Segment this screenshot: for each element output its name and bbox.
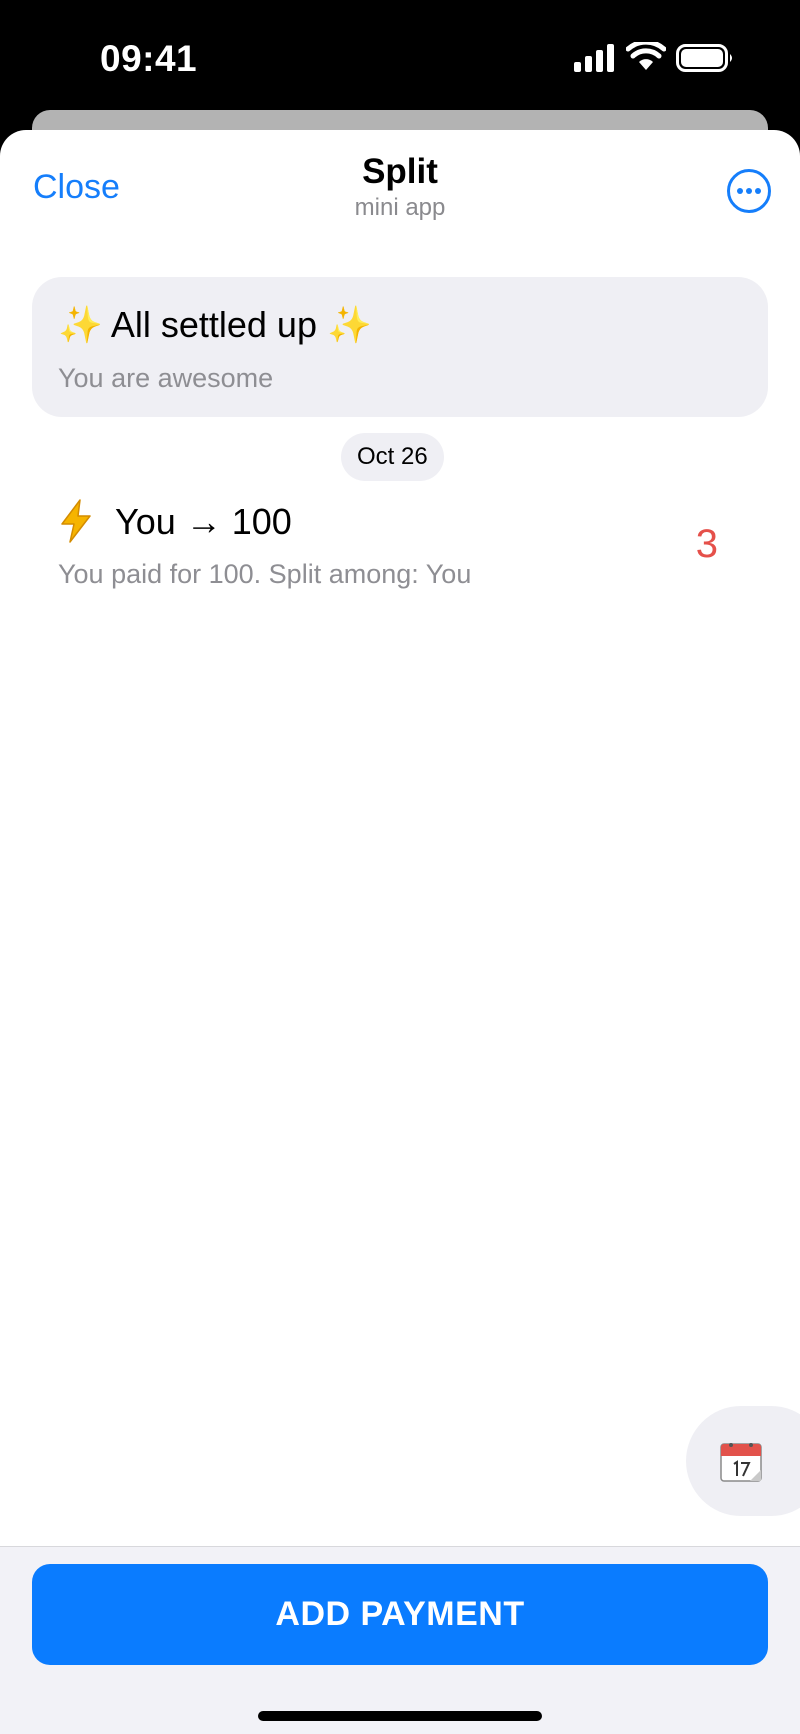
- lightning-icon: [61, 499, 91, 543]
- date-header: Oct 26: [341, 433, 444, 481]
- status-time: 09:41: [100, 38, 198, 79]
- payment-subtitle: You paid for 100. Split among: You: [58, 559, 472, 589]
- add-payment-button[interactable]: ADD PAYMENT: [32, 1564, 768, 1665]
- mini-app-sheet: Close Split mini app ✨ All settled up ✨ …: [0, 130, 800, 1734]
- status-bar: 09:41: [0, 0, 800, 110]
- payment-amount: 3: [695, 522, 718, 566]
- battery-icon: [676, 44, 732, 72]
- calendar-button[interactable]: [686, 1406, 800, 1516]
- app-title: Split: [362, 152, 438, 191]
- settled-summary-card: ✨ All settled up ✨ You are awesome: [32, 277, 768, 417]
- summary-subtitle: You are awesome: [58, 363, 274, 393]
- wifi-icon: [626, 42, 666, 70]
- calendar-icon: [720, 1443, 762, 1482]
- more-icon[interactable]: [726, 168, 772, 214]
- summary-title: ✨ All settled up ✨: [58, 304, 372, 345]
- payment-row[interactable]: You → 100 You paid for 100. Split among:…: [0, 485, 800, 595]
- nav-bar: Close Split mini app: [0, 130, 800, 250]
- payment-title: You → 100: [115, 501, 292, 542]
- app-subtitle: mini app: [354, 194, 446, 221]
- home-indicator: [258, 1711, 542, 1721]
- signal-icon: [574, 44, 614, 72]
- bottom-bar: ADD PAYMENT: [0, 1546, 800, 1734]
